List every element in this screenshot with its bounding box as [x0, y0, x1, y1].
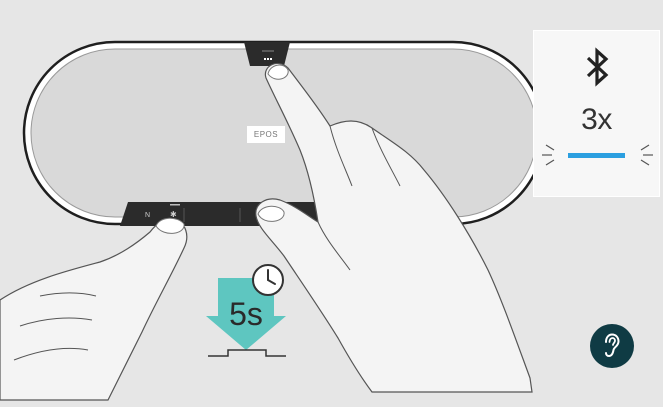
clock-icon [252, 264, 284, 296]
top-button-dot-1 [264, 58, 266, 60]
bluetooth-indicator-panel: 3x [533, 30, 660, 197]
top-button-dot-3 [270, 58, 272, 60]
press-base-icon [208, 349, 286, 357]
ear-question-icon [605, 333, 620, 358]
brand-label: EPOS [247, 126, 285, 143]
thumb-nail [257, 205, 285, 222]
led-flashing-indicator [542, 144, 653, 166]
help-button[interactable] [590, 324, 634, 368]
led-bar [568, 153, 625, 158]
strip-symbol-bt: ✱ [170, 210, 177, 219]
bluetooth-icon [586, 47, 609, 87]
top-button-tab [244, 42, 290, 66]
left-hand [0, 219, 188, 401]
illustration-scene: N ✱ + EPOS 5s [0, 0, 663, 407]
press-duration-label: 5s [229, 296, 263, 332]
press-count-label: 3x [581, 103, 612, 136]
top-button-led [262, 50, 274, 52]
top-button-dot-2 [267, 58, 269, 60]
strip-symbol-n: N [145, 212, 150, 219]
